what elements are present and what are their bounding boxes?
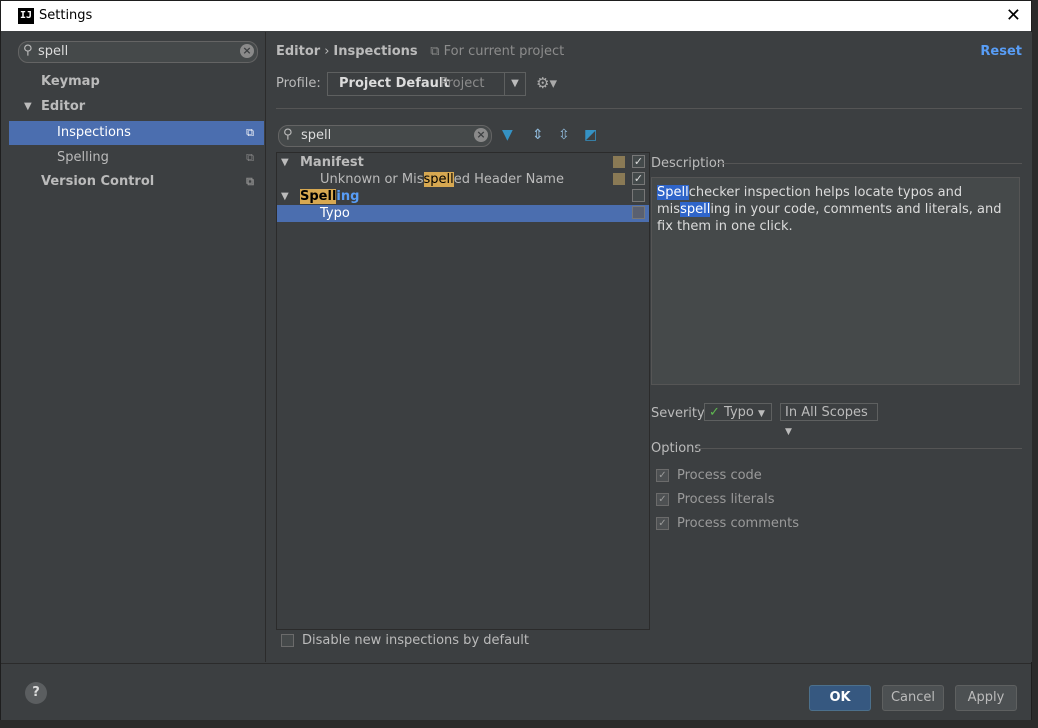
sidebar-item-inspections[interactable]: Inspections ⧉ xyxy=(9,121,264,145)
search-icon: ⚲ xyxy=(283,127,293,142)
tree-row-label: Typo xyxy=(320,206,350,221)
search-highlight: spell xyxy=(423,172,454,187)
project-scope-icon: ⧉ xyxy=(246,126,254,139)
reset-link[interactable]: Reset xyxy=(980,44,1022,59)
enable-checkbox[interactable]: ✓ xyxy=(632,172,645,185)
label-part: Unknown or Mis xyxy=(320,172,424,187)
check-icon: ✓ xyxy=(656,493,669,506)
cancel-button[interactable]: Cancel xyxy=(882,685,944,711)
scope-value: In All Scopes xyxy=(785,405,868,420)
settings-sidebar: ⚲ spell × Keymap ▼ Editor Inspections ⧉ … xyxy=(9,32,264,662)
option-label: Process comments xyxy=(677,516,799,531)
option-label: Process code xyxy=(677,468,762,483)
divider xyxy=(697,448,1022,449)
dialog-footer: ? OK Cancel Apply xyxy=(1,663,1031,720)
sidebar-item-label: Version Control xyxy=(41,174,155,189)
expand-triangle-icon[interactable]: ▼ xyxy=(24,95,32,119)
profile-name: Project Default xyxy=(339,76,450,91)
intellij-app-icon: IJ xyxy=(18,8,34,24)
scope-text: For current project xyxy=(443,44,565,59)
severity-value: Typo xyxy=(724,405,754,420)
sidebar-item-spelling[interactable]: Spelling ⧉ xyxy=(9,146,264,170)
project-scope-icon: ⧉ xyxy=(246,151,254,164)
tree-row-label: Spelling xyxy=(300,188,359,205)
description-text: Spellchecker inspection helps locate typ… xyxy=(651,177,1020,385)
eraser-icon[interactable]: ◩ xyxy=(584,127,597,143)
collapse-all-icon[interactable]: ⇳ xyxy=(558,127,570,143)
enable-checkbox[interactable]: ✓ xyxy=(632,155,645,168)
option-label: Process literals xyxy=(677,492,775,507)
sidebar-item-label: Keymap xyxy=(41,74,100,89)
label-part: ed Header Name xyxy=(453,172,564,187)
tree-row-typo[interactable]: Typo xyxy=(277,205,649,222)
sidebar-item-version-control[interactable]: Version Control ⧉ xyxy=(9,170,264,194)
filter-icon[interactable]: ▼ xyxy=(502,127,513,143)
close-icon[interactable]: ✕ xyxy=(1006,5,1021,26)
check-icon: ✓ xyxy=(656,517,669,530)
description-label: Description xyxy=(651,156,726,171)
checkbox-label: Disable new inspections by default xyxy=(302,633,530,648)
options-label: Options xyxy=(651,441,702,456)
inspections-search-value: spell xyxy=(301,128,332,143)
search-highlight: Spell xyxy=(657,185,689,200)
expand-all-icon[interactable]: ⇕ xyxy=(532,127,544,143)
tree-row-manifest[interactable]: ▼ Manifest ✓ xyxy=(277,154,649,171)
sidebar-item-editor[interactable]: ▼ Editor xyxy=(9,95,264,119)
tree-row-spelling[interactable]: ▼ Spelling xyxy=(277,188,649,205)
breadcrumb-editor: Editor xyxy=(276,44,321,59)
title-bar: IJ Settings ✕ xyxy=(1,1,1031,31)
inspections-search-input[interactable]: ⚲ spell × xyxy=(278,125,492,147)
sidebar-item-keymap[interactable]: Keymap xyxy=(9,70,264,94)
severity-label: Severity: xyxy=(651,406,709,421)
sidebar-item-label: Inspections xyxy=(57,125,131,140)
expand-triangle-icon[interactable]: ▼ xyxy=(281,154,289,171)
enable-checkbox[interactable] xyxy=(632,189,645,202)
scope-dropdown[interactable]: In All Scopes ▼ xyxy=(780,403,878,437)
search-highlight: spell xyxy=(680,202,711,217)
search-highlight: Spell xyxy=(300,189,337,204)
project-scope-icon: ⧉ xyxy=(430,44,440,59)
label-part: ing xyxy=(336,189,360,204)
breadcrumb: Editor › Inspections ⧉ For current project xyxy=(276,44,564,59)
clear-search-icon[interactable]: × xyxy=(240,44,254,58)
expand-triangle-icon[interactable]: ▼ xyxy=(281,188,289,205)
chevron-down-icon: ▼ xyxy=(758,409,765,419)
check-icon: ✓ xyxy=(656,469,669,482)
severity-color-icon xyxy=(613,173,625,185)
help-icon[interactable]: ? xyxy=(25,682,47,704)
chevron-down-icon: ▼ xyxy=(785,427,792,437)
inspections-tree: ▼ Manifest ✓ Unknown or Misspelled Heade… xyxy=(276,152,650,630)
window-title: Settings xyxy=(39,8,93,23)
breadcrumb-inspections: Inspections xyxy=(333,44,418,59)
tree-row-label: Unknown or Misspelled Header Name xyxy=(320,171,564,188)
sidebar-search-value: spell xyxy=(38,44,69,59)
clear-search-icon[interactable]: × xyxy=(474,128,488,142)
profile-label: Profile: xyxy=(276,76,321,91)
ok-button[interactable]: OK xyxy=(809,685,871,711)
scope-note: ⧉ For current project xyxy=(430,44,564,59)
sidebar-item-label: Spelling xyxy=(57,150,109,165)
breadcrumb-separator: › xyxy=(324,44,330,59)
profile-type: Project xyxy=(440,76,485,91)
checkbox-box xyxy=(281,634,294,647)
inspections-panel: Editor › Inspections ⧉ For current project… xyxy=(265,32,1032,662)
search-icon: ⚲ xyxy=(23,43,33,58)
project-scope-icon: ⧉ xyxy=(246,175,254,188)
check-icon: ✓ xyxy=(709,405,720,420)
sidebar-search-input[interactable]: ⚲ spell × xyxy=(18,41,258,63)
divider xyxy=(716,163,1022,164)
severity-color-icon xyxy=(613,156,625,168)
enable-checkbox[interactable] xyxy=(632,206,645,219)
tree-row-unknown-header[interactable]: Unknown or Misspelled Header Name ✓ xyxy=(277,171,649,188)
profile-dropdown[interactable]: Project Default Project ▼ xyxy=(327,72,526,96)
severity-dropdown[interactable]: ✓ Typo ▼ xyxy=(704,403,772,421)
divider xyxy=(276,108,1022,109)
chevron-down-icon[interactable]: ▼ xyxy=(504,73,525,95)
apply-button[interactable]: Apply xyxy=(955,685,1017,711)
tree-row-label: Manifest xyxy=(300,155,364,170)
sidebar-item-label: Editor xyxy=(41,99,86,114)
gear-icon[interactable]: ⚙▾ xyxy=(536,74,557,92)
settings-window: IJ Settings ✕ ⚲ spell × Keymap ▼ Editor … xyxy=(0,0,1032,720)
